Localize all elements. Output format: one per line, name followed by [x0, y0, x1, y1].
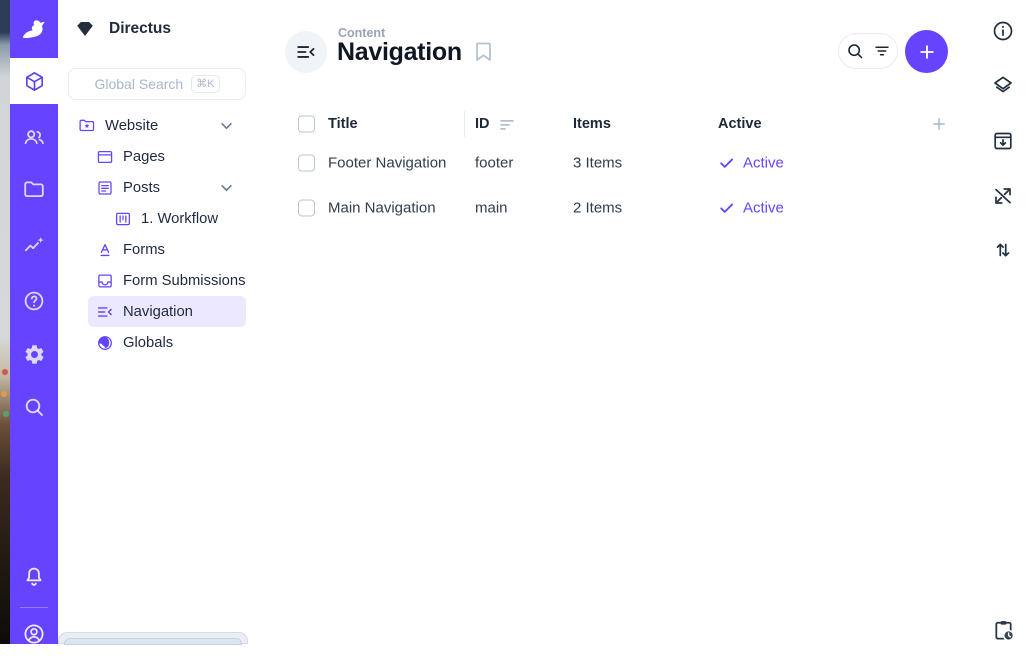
cell-items: 3 Items — [573, 154, 622, 171]
archive-icon[interactable] — [991, 129, 1015, 153]
cell-title: Main Navigation — [328, 199, 436, 216]
module-item-users[interactable] — [10, 114, 58, 160]
cell-id: main — [475, 199, 508, 216]
chevron-down-icon[interactable] — [220, 122, 233, 130]
notifications-button[interactable] — [10, 554, 58, 600]
project-name: Directus — [109, 20, 171, 38]
rabbit-icon — [19, 16, 49, 42]
sidebar-item-workflow[interactable]: 1. Workflow — [106, 203, 246, 234]
menu-open-icon — [295, 41, 317, 63]
users-module-icon — [22, 125, 46, 149]
project-switcher[interactable]: Directus — [58, 0, 258, 58]
module-item-insights[interactable] — [10, 223, 58, 269]
table-header-row: Title ID Items Active — [268, 108, 978, 140]
box-module-icon — [23, 70, 46, 93]
chevron-down-icon[interactable] — [220, 184, 233, 192]
module-item-search[interactable] — [10, 384, 58, 430]
module-bar — [10, 0, 58, 644]
cell-title: Footer Navigation — [328, 154, 446, 171]
page-title: Navigation — [337, 38, 462, 67]
folder-module-icon — [22, 178, 46, 202]
select-all-checkbox[interactable] — [298, 116, 315, 133]
settings-module-icon — [23, 343, 46, 366]
plus-icon — [917, 42, 937, 62]
help-module-icon — [22, 289, 46, 313]
background-window-edge — [58, 632, 248, 644]
cell-active: Active — [718, 199, 784, 216]
search-icon[interactable] — [845, 41, 865, 61]
module-item-content[interactable] — [10, 58, 58, 104]
bell-icon — [22, 565, 46, 589]
search-module-icon — [22, 395, 46, 419]
insights-module-icon — [22, 234, 46, 258]
status-badge: Active — [743, 154, 784, 171]
sidebar-item-forms[interactable]: Forms — [88, 234, 246, 265]
info-icon[interactable] — [991, 19, 1015, 43]
cell-id: footer — [475, 154, 513, 171]
sort-icon[interactable] — [500, 119, 514, 130]
folder-star-icon — [78, 117, 96, 135]
search-filter-pill — [838, 33, 898, 69]
add-column-button[interactable] — [930, 115, 948, 133]
gem-icon — [75, 20, 95, 38]
window-icon — [96, 148, 114, 166]
user-avatar-button[interactable] — [10, 611, 58, 657]
sidebar-item-posts[interactable]: Posts — [88, 172, 246, 203]
items-table: Title ID Items Active Footer Navigation … — [268, 108, 978, 230]
global-search-input[interactable]: Global Search ⌘K — [68, 68, 246, 100]
row-checkbox[interactable] — [298, 199, 315, 216]
page-header: Content Navigation — [268, 0, 978, 104]
directus-logo[interactable] — [10, 0, 58, 58]
sidebar-item-globals[interactable]: Globals — [88, 327, 246, 358]
add-item-button[interactable] — [905, 30, 948, 73]
article-icon — [96, 179, 114, 197]
row-checkbox[interactable] — [298, 154, 315, 171]
cell-items: 2 Items — [573, 199, 622, 216]
global-search-placeholder: Global Search — [94, 76, 183, 92]
column-header-items[interactable]: Items — [573, 116, 611, 132]
avatar-icon — [22, 622, 46, 646]
pending-actions-icon[interactable] — [991, 618, 1016, 643]
nav-sidebar: Directus Global Search ⌘K Website — [58, 0, 258, 644]
collections-tree: Website Pages Posts — [58, 110, 258, 358]
cell-active: Active — [718, 154, 784, 171]
check-icon — [718, 154, 735, 171]
shortcut-badge: ⌘K — [191, 75, 219, 93]
desktop-background-strip — [0, 0, 10, 644]
layers-icon[interactable] — [991, 73, 1015, 97]
check-icon — [718, 199, 735, 216]
menu-open-icon — [96, 303, 114, 321]
module-item-help[interactable] — [10, 278, 58, 324]
status-badge: Active — [743, 199, 784, 216]
column-header-active[interactable]: Active — [718, 116, 762, 132]
right-sidebar — [978, 0, 1028, 644]
column-header-id[interactable]: ID — [475, 116, 490, 132]
sidebar-item-website[interactable]: Website — [70, 110, 246, 141]
module-item-settings[interactable] — [10, 331, 58, 377]
sidebar-item-navigation[interactable]: Navigation — [88, 296, 246, 327]
filter-icon[interactable] — [873, 42, 891, 60]
module-item-files[interactable] — [10, 167, 58, 213]
column-divider — [464, 111, 465, 137]
kanban-icon — [114, 210, 132, 228]
expand-off-icon[interactable] — [991, 184, 1015, 208]
column-header-title[interactable]: Title — [328, 116, 358, 132]
swap-vert-icon[interactable] — [991, 238, 1015, 262]
sidebar-item-form-submissions[interactable]: Form Submissions — [88, 265, 246, 296]
collection-icon-button[interactable] — [285, 31, 327, 73]
inbox-icon — [96, 272, 114, 290]
globe-icon — [96, 334, 114, 352]
bookmark-icon[interactable] — [474, 41, 493, 63]
sidebar-item-pages[interactable]: Pages — [88, 141, 246, 172]
text-a-icon — [96, 241, 114, 259]
module-bar-divider — [20, 607, 48, 608]
table-row[interactable]: Main Navigation main 2 Items Active — [268, 185, 978, 230]
table-row[interactable]: Footer Navigation footer 3 Items Active — [268, 140, 978, 185]
